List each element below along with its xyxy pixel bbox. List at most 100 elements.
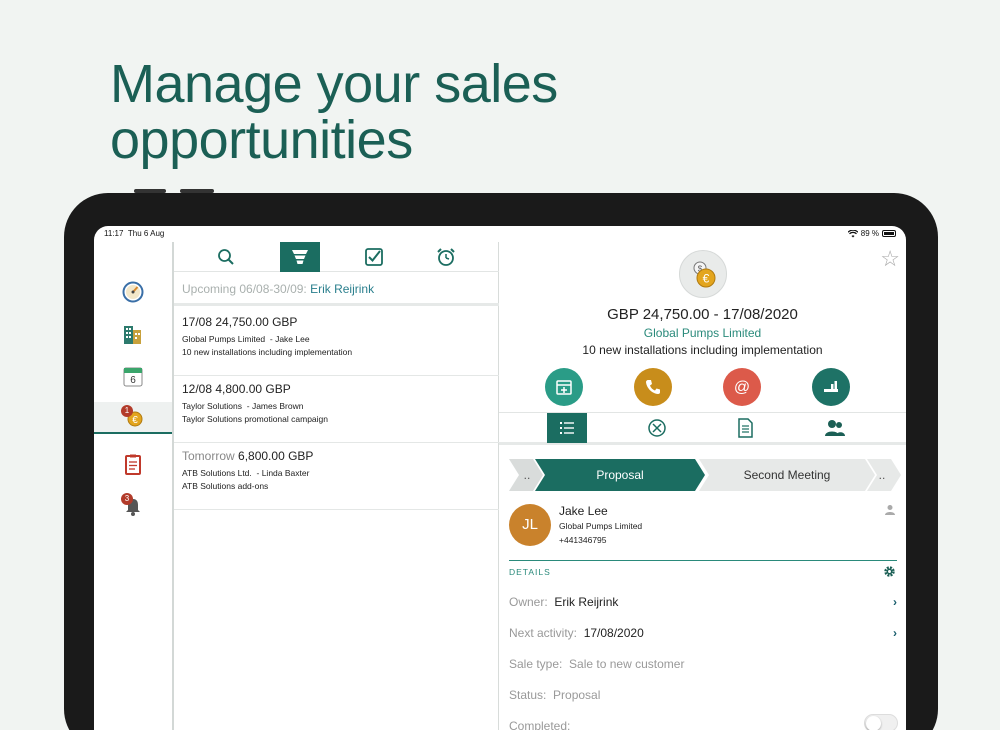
owner-label: Owner: xyxy=(509,595,548,609)
list-icon xyxy=(560,422,574,434)
tab-tasks[interactable] xyxy=(354,242,394,272)
battery-icon xyxy=(882,230,896,237)
wifi-icon xyxy=(847,229,858,237)
status-right: 89 % xyxy=(847,229,896,238)
headline: Manage your sales opportunities xyxy=(110,56,558,168)
owner-row[interactable]: Owner: Erik Reijrink › xyxy=(509,595,897,617)
sidebar-item-companies[interactable] xyxy=(94,318,172,350)
alarm-clock-icon xyxy=(437,248,455,266)
money-icon: $€ xyxy=(693,261,716,288)
checkbox-icon xyxy=(365,248,383,266)
add-appointment-button[interactable] xyxy=(545,368,583,406)
speedometer-icon xyxy=(122,281,144,303)
sidebar-item-dashboard[interactable] xyxy=(94,276,172,308)
filter-person[interactable]: Erik Reijrink xyxy=(310,282,374,296)
pipeline-previous-stage[interactable]: .. xyxy=(515,459,539,491)
pipeline-next-stage[interactable]: Second Meeting xyxy=(709,459,865,491)
opportunity-amount: 6,800.00 GBP xyxy=(238,449,314,463)
document-icon xyxy=(738,418,753,438)
sales-badge: 1 xyxy=(121,405,133,417)
list-filter[interactable]: Upcoming 06/08-30/09: Erik Reijrink xyxy=(174,273,499,306)
completed-toggle[interactable] xyxy=(864,714,898,730)
svg-text:6: 6 xyxy=(130,375,136,386)
opportunity-amount-date: GBP 24,750.00 - 17/08/2020 xyxy=(607,306,798,323)
stage-steps-icon xyxy=(824,381,838,392)
sidebar-item-sales[interactable]: € 1 xyxy=(94,402,172,434)
opportunity-company-line: ATB Solutions Ltd. - Linda Baxter xyxy=(182,468,310,478)
notifications-badge: 3 xyxy=(121,493,133,505)
tab-documents[interactable] xyxy=(725,413,765,443)
opportunity-description: 10 new installations including implement… xyxy=(182,347,353,357)
people-icon xyxy=(825,420,845,436)
status-value: Proposal xyxy=(553,688,601,702)
opportunity-company-line: Taylor Solutions - James Brown xyxy=(182,401,304,411)
completed-row: Completed: xyxy=(509,719,897,730)
next-activity-label: Next activity: xyxy=(509,626,578,640)
tools-icon xyxy=(648,419,666,437)
opportunity-amount: 4,800.00 GBP xyxy=(215,382,291,396)
sale-type-label: Sale type: xyxy=(509,657,563,671)
contact-name[interactable]: Jake Lee xyxy=(559,504,608,518)
opportunity-list-panel: Upcoming 06/08-30/09: Erik Reijrink 17/0… xyxy=(174,242,499,730)
contact-phone[interactable]: +441346795 xyxy=(559,535,607,545)
tab-funnel[interactable] xyxy=(280,242,320,272)
sidebar-item-calendar[interactable]: 6 xyxy=(94,360,172,392)
sidebar: 6 € 1 3 xyxy=(94,242,174,730)
opportunity-description: Taylor Solutions promotional campaign xyxy=(182,414,328,424)
sale-type-row: Sale type: Sale to new customer xyxy=(509,657,897,679)
filter-range: Upcoming 06/08-30/09: xyxy=(182,282,307,296)
person-icon[interactable] xyxy=(884,504,896,516)
battery-percent: 89 % xyxy=(860,229,879,238)
sales-pipeline: .. Proposal Second Meeting .. xyxy=(509,459,901,491)
opportunity-company-link[interactable]: Global Pumps Limited xyxy=(499,326,906,340)
sidebar-item-tasks[interactable] xyxy=(94,448,172,480)
completed-label: Completed: xyxy=(509,719,571,730)
headline-line-2: opportunities xyxy=(110,110,413,170)
call-button[interactable] xyxy=(634,368,672,406)
contact-avatar[interactable]: JL xyxy=(509,504,551,546)
opportunity-amount: 24,750.00 GBP xyxy=(215,315,298,329)
sale-type-value: Sale to new customer xyxy=(569,657,685,671)
opportunity-header: 17/08 24,750.00 GBP xyxy=(182,315,491,329)
phone-icon xyxy=(646,380,660,394)
status-row: Status: Proposal xyxy=(509,688,897,710)
tab-search[interactable] xyxy=(206,242,246,272)
tab-activities[interactable] xyxy=(637,413,677,443)
opportunity-header: Tomorrow 6,800.00 GBP xyxy=(182,449,491,463)
svg-text:@: @ xyxy=(734,379,750,396)
svg-text:€: € xyxy=(703,272,710,286)
sidebar-item-notifications[interactable]: 3 xyxy=(94,490,172,522)
opportunity-date: 17/08 xyxy=(182,315,213,329)
sale-avatar: $ € xyxy=(679,250,727,298)
tab-contacts[interactable] xyxy=(815,413,855,443)
owner-value: Erik Reijrink xyxy=(554,595,619,609)
tab-reminders[interactable] xyxy=(426,242,466,272)
clipboard-icon xyxy=(125,454,141,475)
next-activity-row[interactable]: Next activity: 17/08/2020 › xyxy=(509,626,897,648)
email-button[interactable]: @ xyxy=(723,368,761,406)
advance-stage-button[interactable] xyxy=(812,368,850,406)
opportunity-company-line: Global Pumps Limited - Jake Lee xyxy=(182,334,310,344)
detail-tabs xyxy=(499,412,906,445)
favorite-star-icon[interactable]: ☆ xyxy=(880,248,900,270)
tab-details[interactable] xyxy=(547,413,587,443)
opportunity-item[interactable]: 17/08 24,750.00 GBP Global Pumps Limited… xyxy=(174,309,499,376)
status-bar: 11:17 Thu 6 Aug 89 % xyxy=(94,226,906,242)
search-icon xyxy=(218,249,234,265)
contact-company: Global Pumps Limited xyxy=(559,521,643,531)
opportunity-item[interactable]: Tomorrow 6,800.00 GBP ATB Solutions Ltd.… xyxy=(174,443,499,510)
opportunity-description: 10 new installations including implement… xyxy=(582,343,823,357)
opportunity-description: ATB Solutions add-ons xyxy=(182,481,269,491)
pipeline-more-stages[interactable]: .. xyxy=(871,459,893,491)
status-label: Status: xyxy=(509,688,547,702)
buildings-icon xyxy=(124,326,141,344)
chevron-right-icon: › xyxy=(893,626,897,640)
gear-icon[interactable] xyxy=(883,565,896,578)
list-tabs xyxy=(174,242,499,272)
calendar-add-icon xyxy=(556,380,572,395)
opportunity-item[interactable]: 12/08 4,800.00 GBP Taylor Solutions - Ja… xyxy=(174,376,499,443)
opportunity-detail: $ € ☆ GBP 24,750.00 - 17/08/2020 Global P… xyxy=(499,242,906,730)
next-activity-value: 17/08/2020 xyxy=(583,626,644,640)
pipeline-current-stage[interactable]: Proposal xyxy=(545,459,695,491)
tablet-screen: 11:17 Thu 6 Aug 89 % 6 € 1 3 Upcoming 06… xyxy=(94,226,906,730)
